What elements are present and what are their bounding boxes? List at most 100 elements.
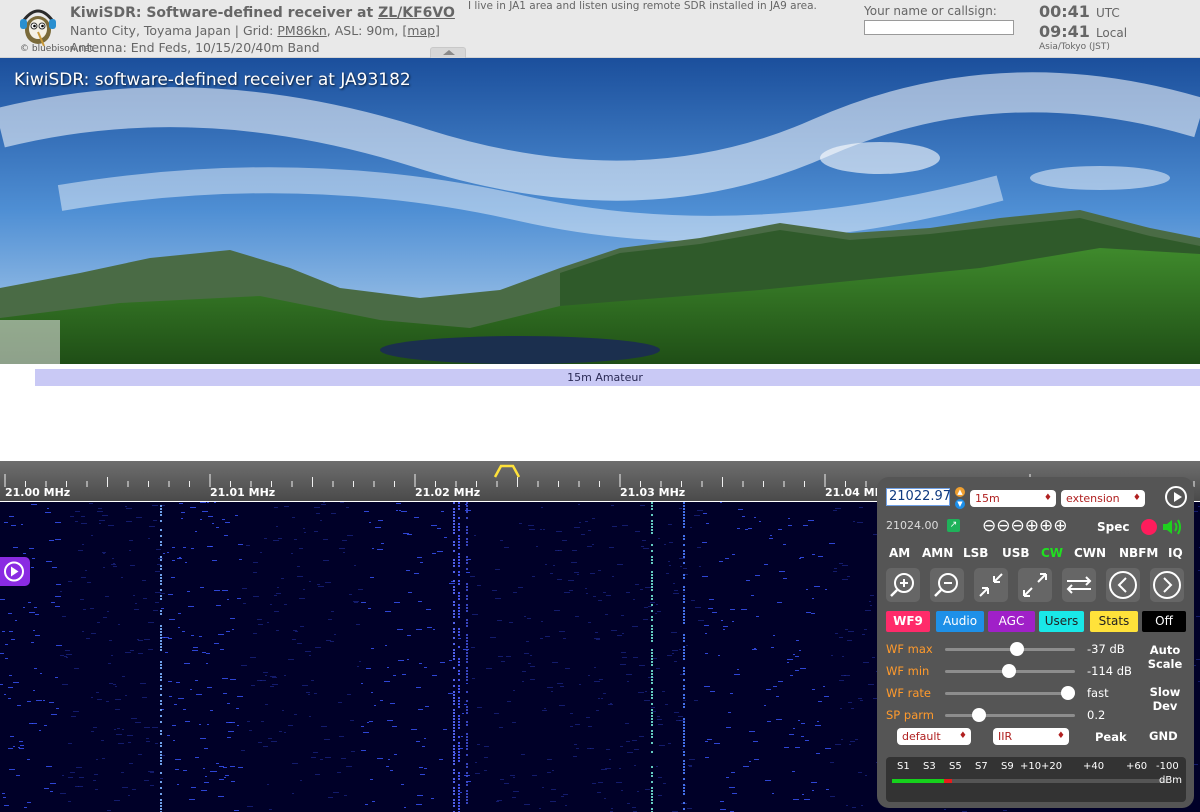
waterfall-pixel [177, 558, 182, 559]
waterfall-pixel [453, 724, 455, 726]
gnd-button[interactable]: GND [1149, 729, 1178, 743]
extension-select[interactable]: extension [1061, 490, 1145, 507]
receiver-title: KiwiSDR: software-defined receiver at JA… [14, 70, 411, 90]
waterfall-pixel [97, 699, 102, 700]
auto-scale-button[interactable]: Auto Scale [1143, 643, 1187, 671]
waterfall-pixel [683, 577, 685, 579]
waterfall-pixel [314, 507, 320, 508]
waterfall-pixel [657, 716, 660, 717]
waterfall-pixel [269, 809, 272, 810]
wf-min-value: -114 dB [1087, 664, 1132, 678]
waterfall-pixel [453, 637, 455, 639]
tab-users[interactable]: Users [1039, 611, 1084, 632]
wf-max-knob[interactable] [1009, 642, 1024, 656]
swap-button[interactable] [1062, 568, 1096, 602]
waterfall-pixel [417, 795, 423, 796]
zoom-max-out-button[interactable] [1018, 568, 1052, 602]
map-link[interactable]: [map] [402, 23, 440, 38]
tab-audio[interactable]: Audio [936, 611, 984, 632]
wf-max-slider[interactable] [945, 642, 1075, 656]
waterfall-pixel [850, 741, 855, 742]
play-audio-button[interactable] [1165, 486, 1187, 508]
waterfall-pixel [129, 540, 133, 541]
waterfall-pixel [387, 720, 393, 721]
spec-button[interactable]: Spec [1097, 520, 1129, 534]
wf-rate-slider[interactable] [945, 686, 1075, 700]
waterfall-pixel [28, 602, 31, 603]
waterfall-pixel [258, 624, 263, 625]
waterfall-pixel [443, 729, 447, 730]
wf-rate-knob[interactable] [1061, 686, 1075, 700]
step-up-icon[interactable]: ▲ [955, 487, 965, 497]
waterfall-pixel [853, 521, 855, 522]
waterfall-pixel [749, 761, 751, 762]
waterfall-pixel [723, 629, 725, 630]
tab-agc[interactable]: AGC [988, 611, 1035, 632]
waterfall-pixel [620, 746, 623, 747]
mode-iq-button[interactable]: IQ [1168, 546, 1183, 560]
waterfall-pixel [643, 548, 649, 549]
waterfall-pixel [678, 716, 683, 717]
zoom-out-icon [934, 573, 958, 597]
mode-usb-button[interactable]: USB [1002, 546, 1030, 560]
waterfall-pixel [155, 602, 159, 603]
callsign-input[interactable] [864, 20, 1014, 35]
step-down-icon[interactable]: ▼ [955, 499, 965, 509]
waterfall-pixel [160, 805, 162, 807]
mode-amn-button[interactable]: AMN [922, 546, 953, 560]
mode-cw-button[interactable]: CW [1041, 546, 1063, 560]
waterfall-pixel [632, 740, 637, 741]
band-bar[interactable]: 15m Amateur [35, 369, 1200, 386]
wf-min-slider[interactable] [945, 664, 1075, 678]
zoom-out-button[interactable] [930, 568, 964, 602]
passband-marker[interactable] [493, 462, 521, 478]
waterfall-pixel [458, 526, 460, 528]
waterfall-pixel [651, 751, 653, 753]
default-select[interactable]: default [897, 728, 971, 745]
waterfall-pixel [753, 741, 758, 742]
frequency-input[interactable]: 21022.97 [886, 488, 951, 506]
peak-button[interactable]: Peak [1095, 730, 1127, 744]
waterfall-pixel [366, 668, 371, 669]
waterfall-pixel [830, 796, 835, 797]
collapse-header-tab[interactable] [430, 47, 466, 58]
tab-off[interactable]: Off [1142, 611, 1186, 632]
callsign-link[interactable]: ZL/KF6VO [378, 5, 455, 21]
open-link-icon[interactable]: ↗ [947, 519, 960, 532]
waterfall-pixel [627, 752, 633, 753]
waterfall-pixel [206, 663, 208, 664]
waterfall-pixel [730, 693, 733, 694]
zoom-max-in-button[interactable] [974, 568, 1008, 602]
waterfall-pixel [466, 508, 468, 510]
mode-am-button[interactable]: AM [889, 546, 910, 560]
waterfall-pixel [212, 523, 214, 524]
side-play-button[interactable] [0, 557, 30, 586]
kiwi-bird-headphones-icon[interactable] [14, 2, 60, 48]
tab-stats[interactable]: Stats [1090, 611, 1138, 632]
zoom-step-icons[interactable]: ⊖⊖⊖⊕⊕⊕ [982, 516, 1067, 536]
waterfall-pixel [619, 768, 621, 769]
mode-lsb-button[interactable]: LSB [963, 546, 988, 560]
sp-parm-slider[interactable] [945, 708, 1075, 722]
zoom-in-button[interactable] [886, 568, 920, 602]
page-right-button[interactable] [1150, 568, 1184, 602]
waterfall-pixel [683, 778, 685, 780]
waterfall-pixel [800, 668, 806, 669]
mode-cwn-button[interactable]: CWN [1074, 546, 1106, 560]
grid-link[interactable]: PM86kn [277, 23, 326, 38]
band-select[interactable]: 15m [970, 490, 1056, 507]
slow-dev-button[interactable]: Slow Dev [1143, 685, 1187, 713]
page-left-button[interactable] [1106, 568, 1140, 602]
mode-nbfm-button[interactable]: NBFM [1119, 546, 1158, 560]
waterfall-pixel [1196, 659, 1200, 660]
last-frequency[interactable]: 21024.00 [886, 519, 939, 532]
iir-select[interactable]: IIR [993, 728, 1069, 745]
speaker-icon[interactable] [1161, 517, 1183, 537]
record-icon[interactable] [1141, 519, 1157, 535]
waterfall-pixel [284, 604, 287, 605]
wf-min-knob[interactable] [1001, 664, 1016, 678]
waterfall-pixel [729, 787, 735, 788]
tab-wf[interactable]: WF9 [886, 611, 930, 632]
page-left-icon [1109, 571, 1137, 599]
sp-parm-knob[interactable] [971, 708, 986, 722]
